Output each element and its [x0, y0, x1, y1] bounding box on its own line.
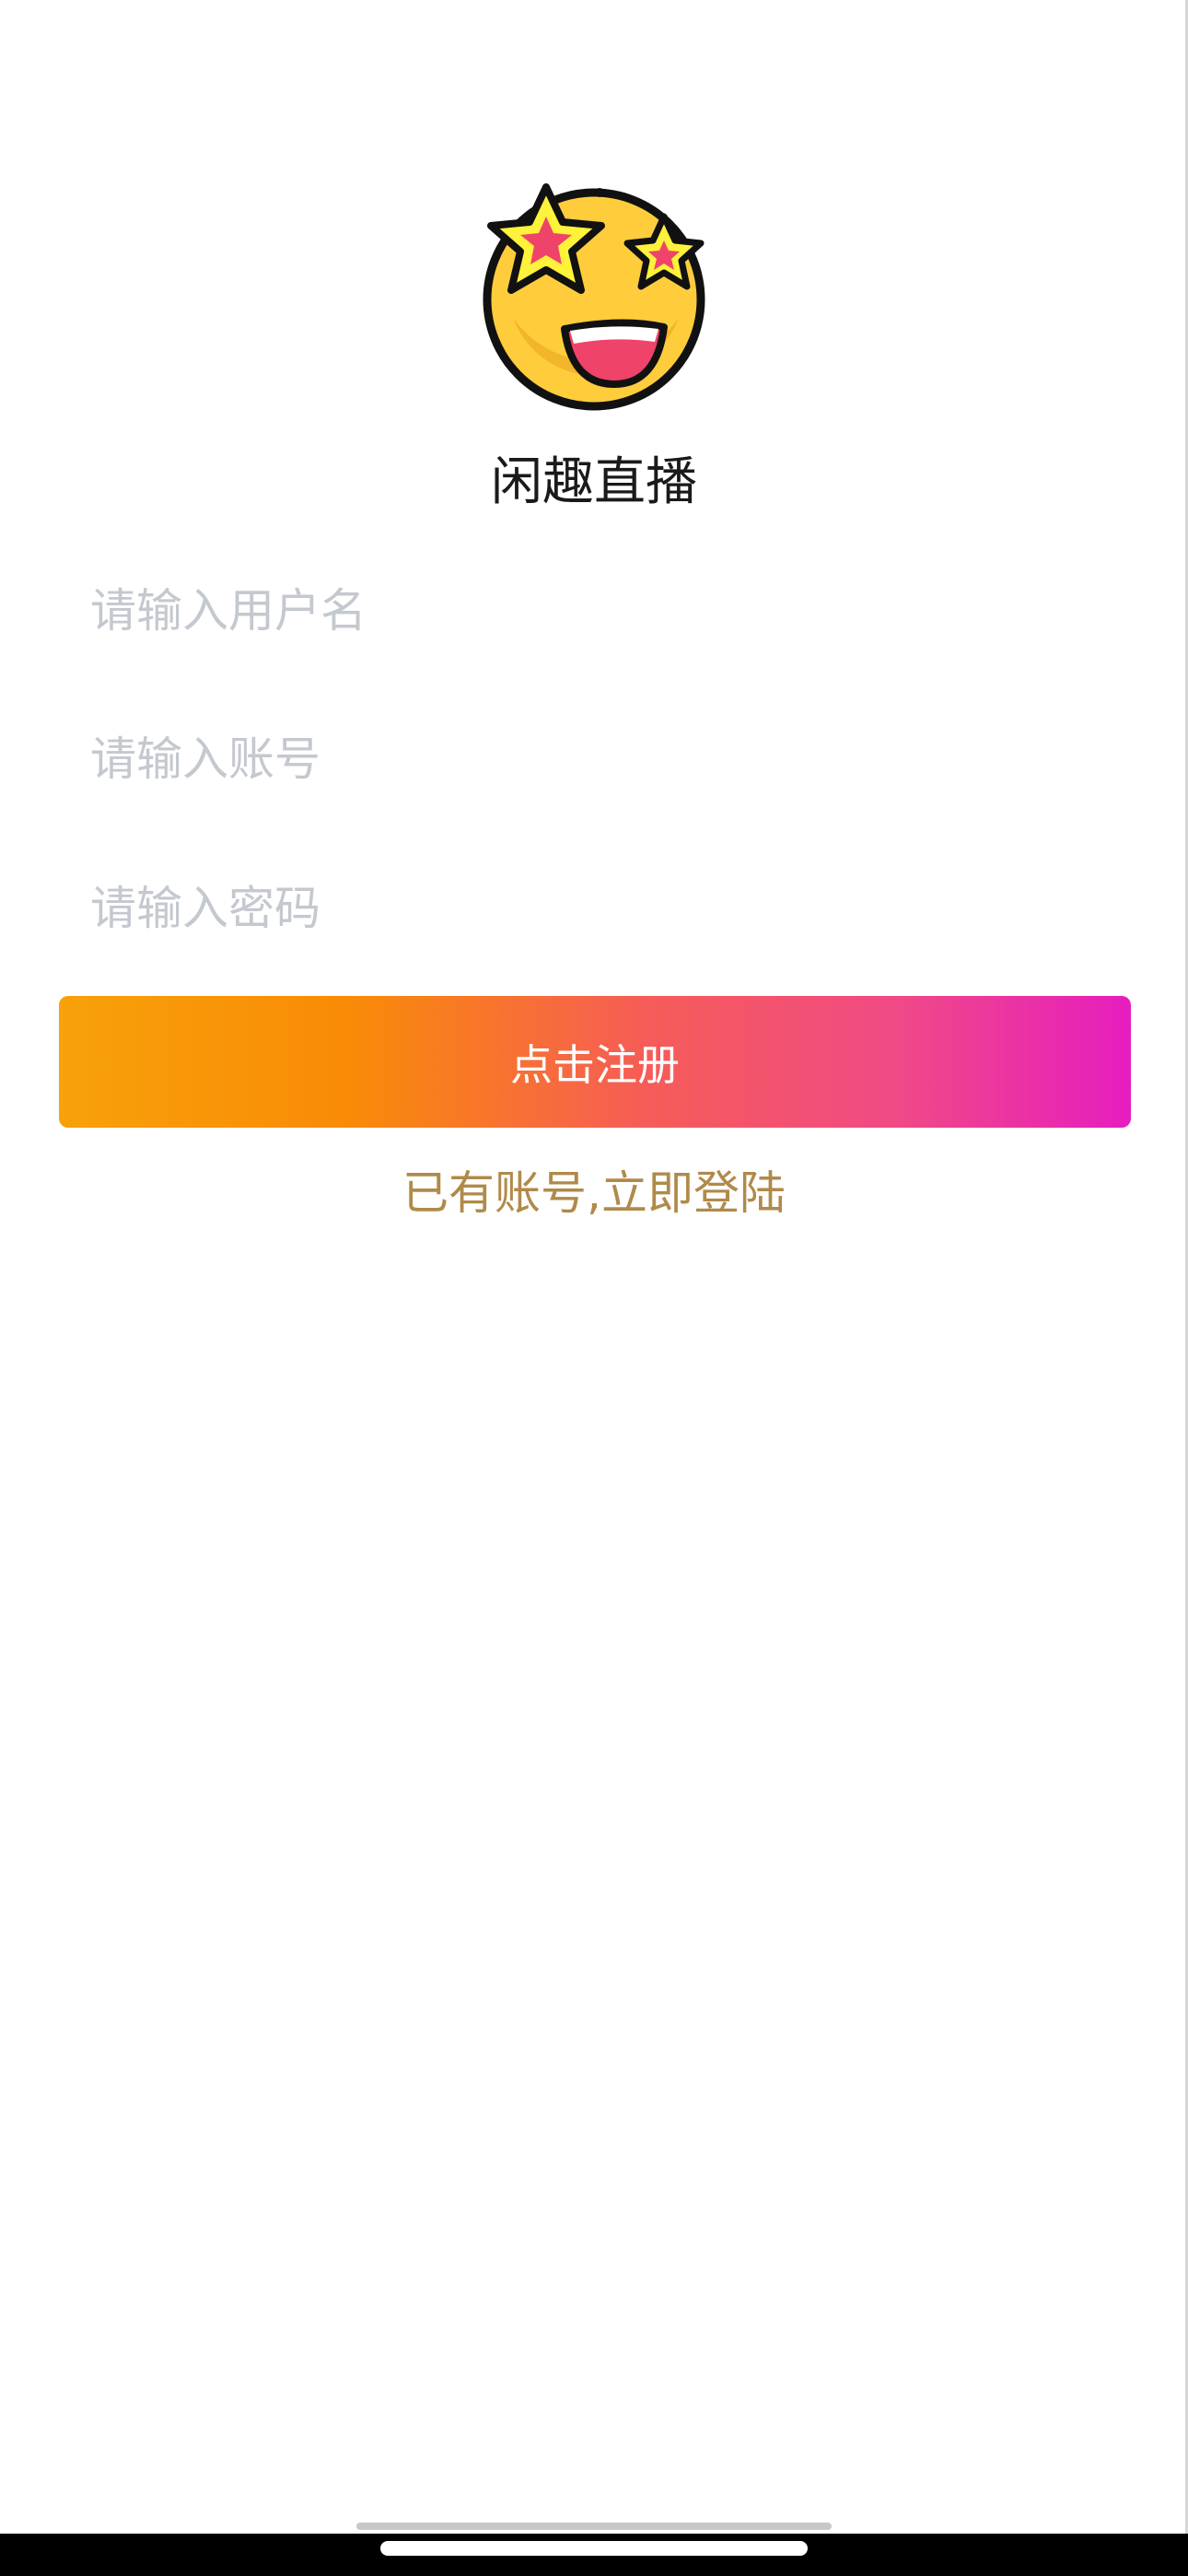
register-screen: 闲趣直播 点击注册 已有账号,立即登陆 [0, 0, 1188, 2576]
register-button[interactable]: 点击注册 [59, 996, 1131, 1128]
home-indicator [380, 2541, 808, 2556]
password-input[interactable] [90, 864, 1131, 953]
app-title: 闲趣直播 [491, 452, 697, 512]
account-input[interactable] [90, 715, 1131, 803]
username-input[interactable] [90, 567, 1131, 655]
star-eyes-emoji-icon [483, 183, 705, 411]
login-link[interactable]: 已有账号,立即登陆 [0, 1158, 1188, 1228]
scroll-indicator [356, 2523, 832, 2530]
